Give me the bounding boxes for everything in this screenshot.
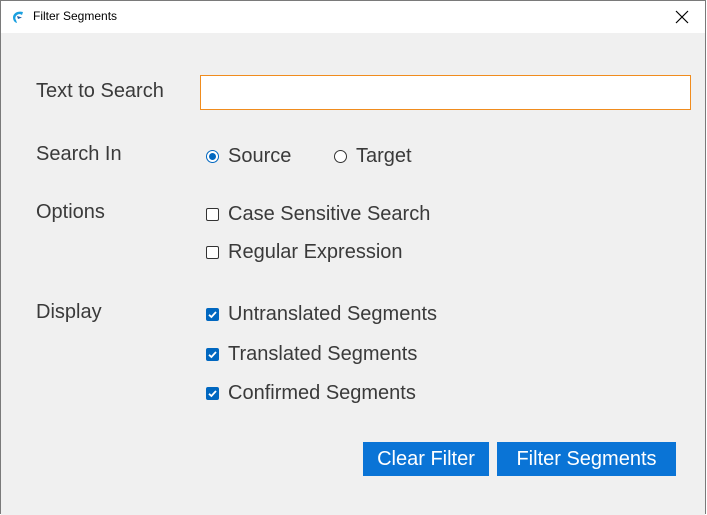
case-sensitive-option[interactable]: Case Sensitive Search (206, 203, 430, 226)
untranslated-checkbox[interactable] (206, 308, 219, 321)
confirmed-checkbox[interactable] (206, 387, 219, 400)
source-radio-option[interactable]: Source (206, 145, 291, 168)
app-logo-icon (13, 11, 23, 23)
translated-label: Translated Segments (228, 343, 418, 365)
display-label: Display (36, 301, 102, 323)
target-radio[interactable] (334, 150, 347, 163)
translated-option[interactable]: Translated Segments (206, 343, 417, 366)
checkmark-icon (208, 311, 217, 319)
target-radio-option[interactable]: Target (334, 145, 412, 168)
options-label: Options (36, 201, 105, 223)
confirmed-label: Confirmed Segments (228, 382, 416, 404)
confirmed-option[interactable]: Confirmed Segments (206, 382, 416, 405)
checkmark-icon (208, 351, 217, 359)
title-bar: Filter Segments (1, 1, 705, 33)
search-in-label: Search In (36, 143, 122, 165)
case-sensitive-checkbox[interactable] (206, 208, 219, 221)
untranslated-label: Untranslated Segments (228, 303, 438, 325)
regular-expression-label: Regular Expression (228, 241, 403, 263)
filter-segments-button[interactable]: Filter Segments (497, 442, 676, 476)
regular-expression-checkbox[interactable] (206, 246, 219, 259)
source-radio-label: Source (228, 145, 292, 167)
clear-filter-button[interactable]: Clear Filter (363, 442, 489, 476)
window-title: Filter Segments (33, 9, 118, 23)
dialog-content: Text to Search Search In Source Target O… (1, 33, 705, 515)
text-to-search-label: Text to Search (36, 80, 164, 102)
source-radio[interactable] (206, 150, 219, 163)
close-icon (675, 10, 689, 24)
filter-segments-dialog: Filter Segments Text to Search Search In… (0, 0, 706, 515)
regular-expression-option[interactable]: Regular Expression (206, 241, 403, 264)
checkmark-icon (208, 390, 217, 398)
translated-checkbox[interactable] (206, 348, 219, 361)
case-sensitive-label: Case Sensitive Search (228, 203, 431, 225)
untranslated-option[interactable]: Untranslated Segments (206, 303, 437, 326)
search-input[interactable] (200, 75, 691, 110)
target-radio-label: Target (356, 145, 412, 167)
close-button[interactable] (659, 1, 705, 33)
